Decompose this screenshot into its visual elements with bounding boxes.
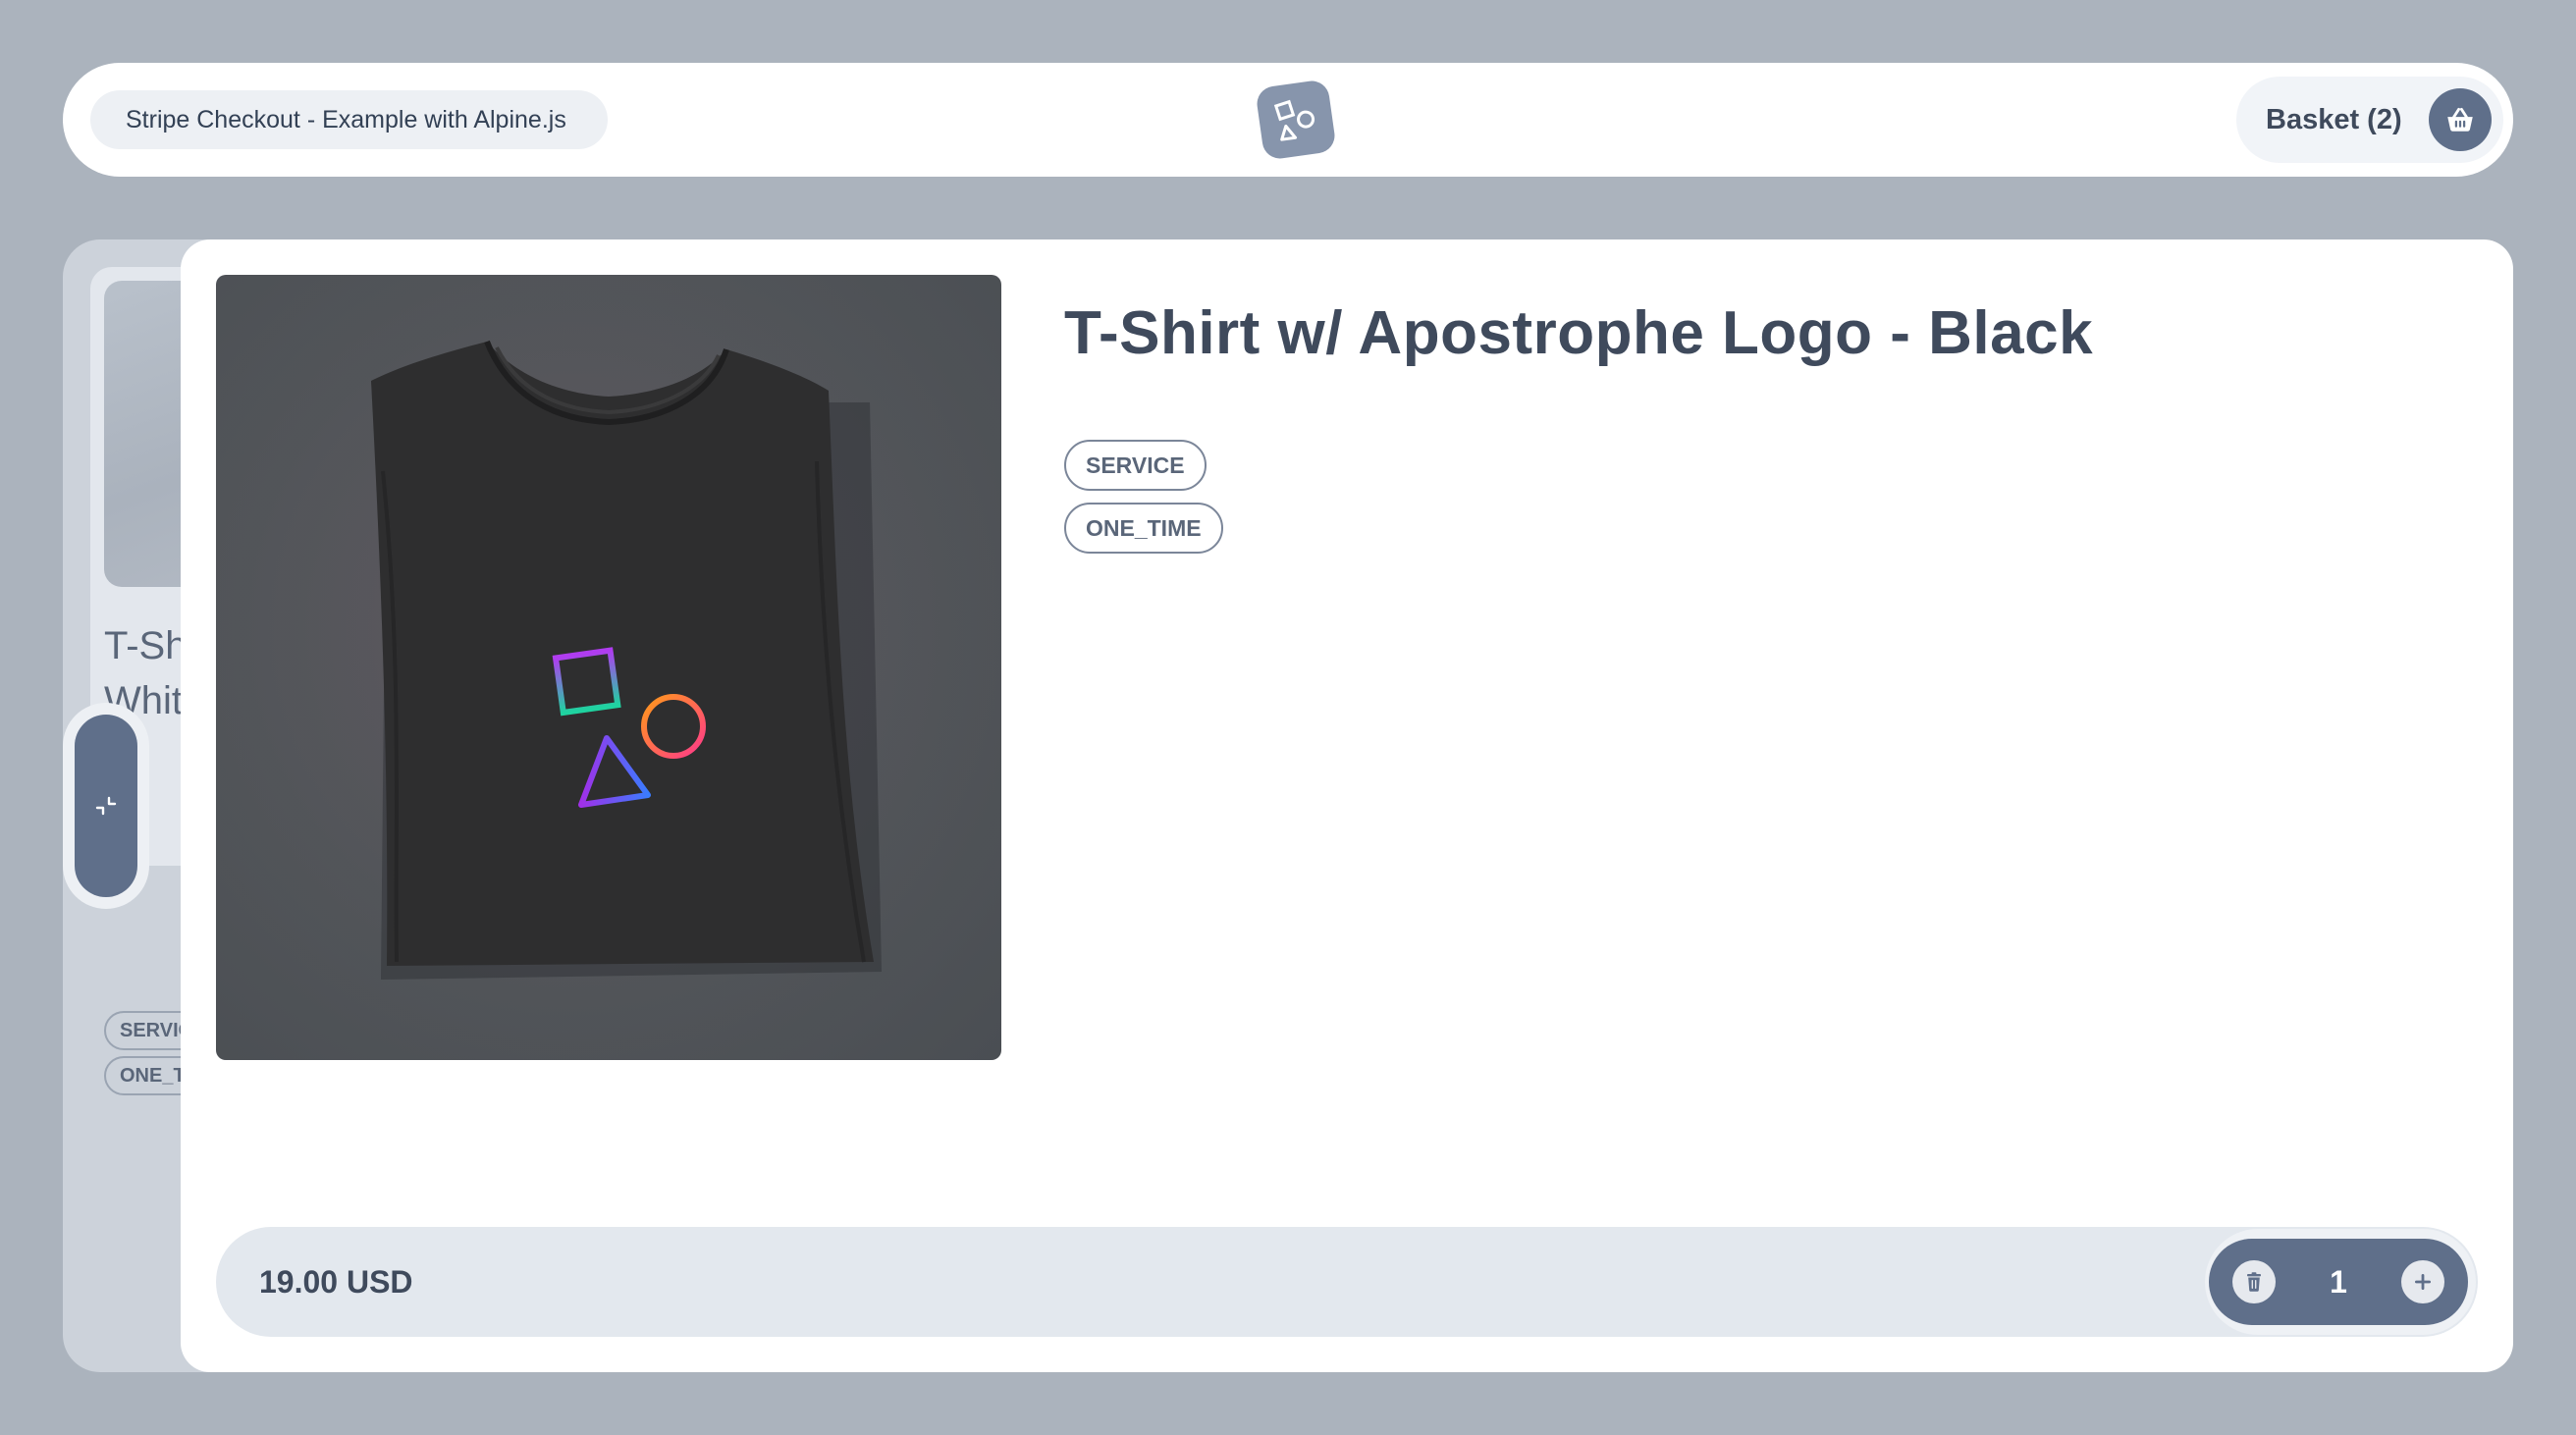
quantity-stepper-control: 1 [2209, 1239, 2468, 1325]
top-navbar: Stripe Checkout - Example with Alpine.js… [63, 63, 2513, 177]
basket-button[interactable]: Basket (2) [2236, 77, 2503, 163]
basket-label: Basket (2) [2266, 103, 2402, 135]
product-detail-card: T-Shirt w/ Apostrophe Logo - Black SERVI… [181, 239, 2513, 1372]
product-title: T-Shirt w/ Apostrophe Logo - Black [1064, 299, 2094, 367]
collapse-toggle-handle [75, 715, 137, 897]
collapse-toggle-button[interactable] [63, 703, 149, 909]
collapse-arrows-icon [95, 796, 117, 816]
price-bar: 19.00 USD 1 [216, 1227, 2478, 1337]
product-tag-billing: ONE_TIME [1064, 503, 1223, 554]
basket-icon [2429, 88, 2492, 151]
product-image [216, 275, 1001, 1060]
plus-icon [2415, 1274, 2431, 1290]
add-item-button[interactable] [2401, 1260, 2444, 1303]
product-price: 19.00 USD [259, 1263, 413, 1300]
product-tag-type: SERVICE [1064, 440, 1207, 491]
quantity-stepper: 1 [2205, 1229, 2476, 1335]
shapes-logo-icon[interactable] [1255, 79, 1337, 161]
app-title[interactable]: Stripe Checkout - Example with Alpine.js [90, 90, 608, 149]
